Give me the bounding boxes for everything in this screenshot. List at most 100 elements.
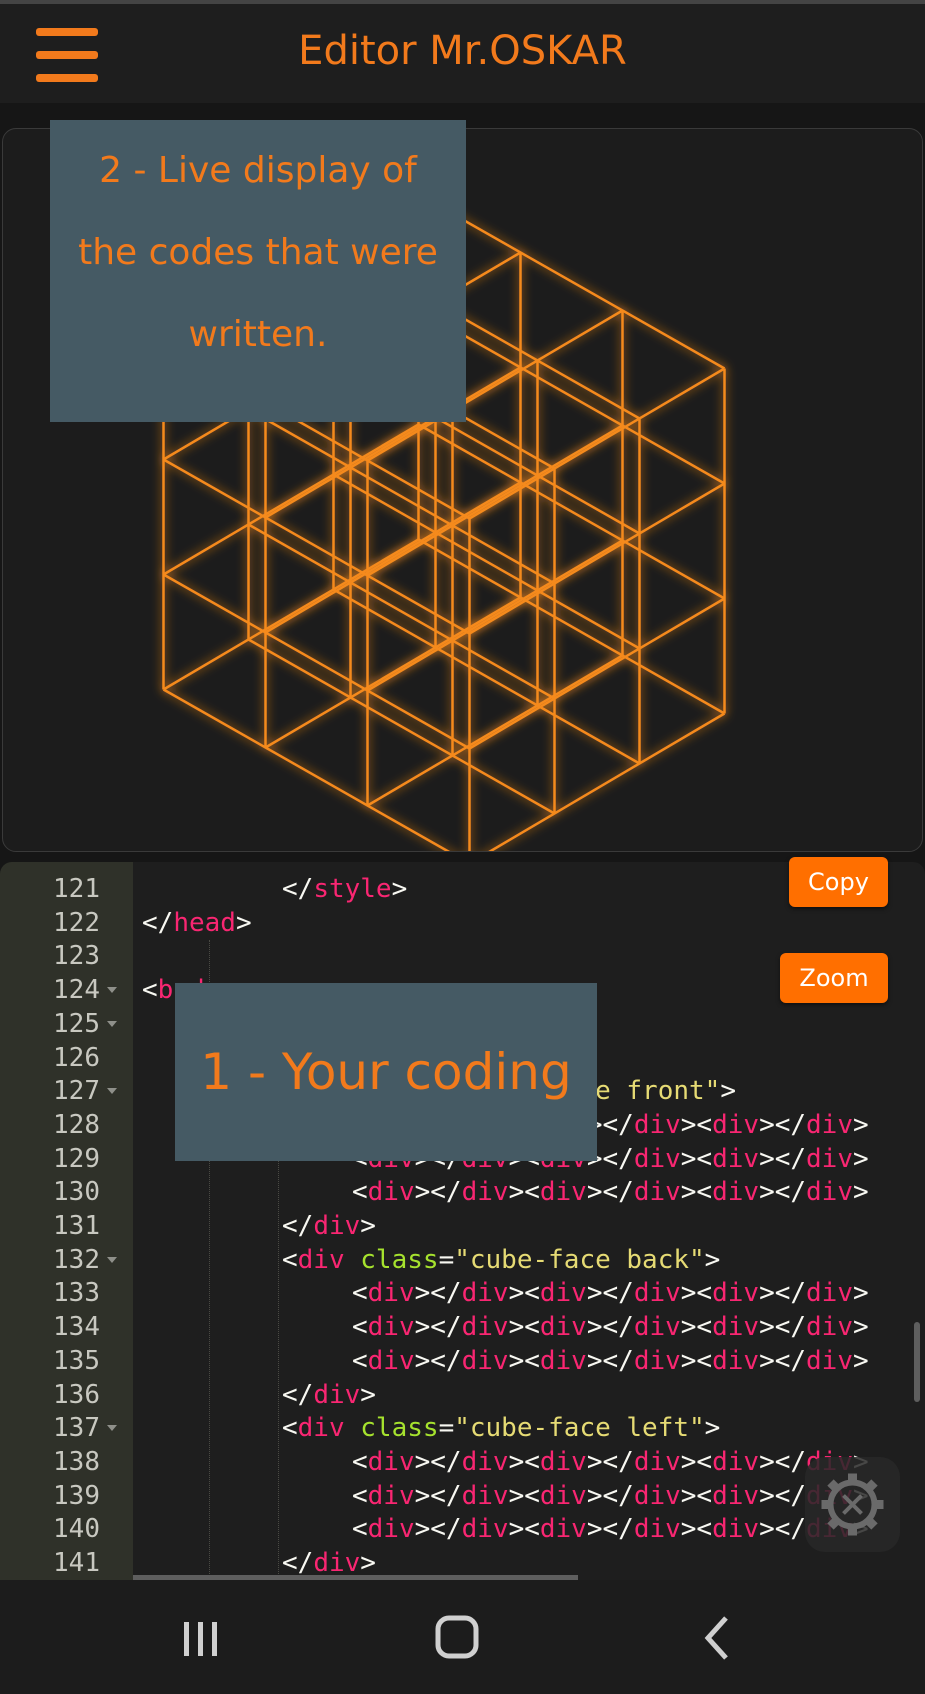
code-token: div bbox=[806, 1278, 853, 1309]
code-token: div bbox=[806, 1177, 853, 1208]
home-icon[interactable] bbox=[428, 1610, 488, 1666]
code-token: div bbox=[806, 1143, 853, 1174]
cube-edge bbox=[468, 482, 726, 635]
code-token: </ bbox=[142, 907, 174, 938]
code-token: ></ bbox=[759, 1177, 807, 1208]
code-token: "cube-face left" bbox=[454, 1413, 705, 1444]
code-line: 130 <div></div><div></div><div></div> bbox=[0, 1175, 925, 1209]
code-token: div bbox=[461, 1345, 509, 1376]
code-token: ></ bbox=[759, 1312, 807, 1343]
code-line: 139 <div></div><div></div><div></div> bbox=[0, 1479, 925, 1513]
line-number: 121 bbox=[53, 874, 100, 904]
code-token: div bbox=[367, 1514, 415, 1545]
line-number: 137 bbox=[53, 1413, 100, 1444]
code-token: ></ bbox=[759, 1143, 807, 1174]
code-text: <div></div><div></div><div></div> bbox=[352, 1445, 869, 1479]
code-token: div bbox=[633, 1446, 681, 1477]
code-token: >< bbox=[508, 1514, 540, 1545]
code-token: > bbox=[704, 1413, 721, 1444]
fold-arrow-icon[interactable] bbox=[107, 1020, 117, 1027]
code-token: </ bbox=[282, 1379, 314, 1410]
code-text: <div class="cube-face back"> bbox=[282, 1243, 720, 1277]
code-token: ></ bbox=[586, 1177, 634, 1208]
code-token: class bbox=[360, 1413, 439, 1444]
code-token: < bbox=[282, 1244, 298, 1275]
code-token: < bbox=[352, 1446, 368, 1477]
code-token: div bbox=[367, 1446, 415, 1477]
code-token: >< bbox=[680, 1514, 713, 1545]
code-token: < bbox=[352, 1177, 368, 1208]
cube-edge bbox=[366, 539, 624, 692]
code-token: div bbox=[633, 1109, 681, 1140]
code-token: div bbox=[806, 1312, 853, 1343]
line-number: 134 bbox=[53, 1312, 100, 1343]
code-token: >< bbox=[680, 1278, 713, 1309]
code-line: 140 <div></div><div></div><div></div> bbox=[0, 1512, 925, 1546]
settings-fab[interactable] bbox=[805, 1457, 900, 1552]
line-number: 133 bbox=[53, 1278, 100, 1309]
code-token: ></ bbox=[586, 1312, 634, 1343]
code-token: div bbox=[539, 1446, 587, 1477]
line-number: 125 bbox=[53, 1008, 100, 1039]
code-line: 134 <div></div><div></div><div></div> bbox=[0, 1310, 925, 1344]
code-token: < bbox=[142, 975, 158, 1006]
code-token: class bbox=[360, 1244, 439, 1275]
line-number: 128 bbox=[53, 1109, 100, 1140]
app-bar: Editor Mr.OSKAR bbox=[0, 0, 925, 103]
fold-arrow-icon[interactable] bbox=[107, 987, 117, 994]
code-token: div bbox=[313, 1548, 361, 1578]
code-token: >< bbox=[508, 1278, 540, 1309]
code-token: div bbox=[539, 1514, 587, 1545]
copy-button[interactable]: Copy bbox=[789, 857, 888, 907]
fold-arrow-icon[interactable] bbox=[107, 1088, 117, 1095]
code-token: div bbox=[633, 1480, 681, 1511]
code-token: >< bbox=[508, 1345, 540, 1376]
code-token: >< bbox=[680, 1177, 713, 1208]
code-token: ></ bbox=[414, 1278, 462, 1309]
code-token: > bbox=[853, 1143, 869, 1174]
code-line: 137 <div class="cube-face left"> bbox=[0, 1411, 925, 1445]
code-token: < bbox=[352, 1278, 368, 1309]
code-token: > bbox=[853, 1109, 869, 1140]
code-token: div bbox=[539, 1480, 587, 1511]
your-coding-annotation: 1 - Your coding bbox=[175, 983, 597, 1161]
code-token: div bbox=[539, 1177, 587, 1208]
code-token: >< bbox=[680, 1480, 713, 1511]
fold-arrow-icon[interactable] bbox=[107, 1256, 117, 1263]
code-token: ></ bbox=[586, 1480, 634, 1511]
code-token: div bbox=[539, 1278, 587, 1309]
code-token: div bbox=[712, 1480, 760, 1511]
code-token: ></ bbox=[414, 1345, 462, 1376]
code-token: ></ bbox=[759, 1480, 807, 1511]
code-token: div bbox=[461, 1278, 509, 1309]
code-line: 135 <div></div><div></div><div></div> bbox=[0, 1344, 925, 1378]
code-token: div bbox=[297, 1244, 345, 1275]
code-line: 131 </div> bbox=[0, 1209, 925, 1243]
annotation-line: written. bbox=[188, 314, 328, 355]
code-token: > bbox=[704, 1244, 721, 1275]
code-text: <div></div><div></div><div></div> bbox=[352, 1344, 869, 1378]
vertical-scrollbar[interactable] bbox=[914, 1322, 920, 1402]
fold-arrow-icon[interactable] bbox=[107, 1425, 117, 1432]
code-token: ></ bbox=[586, 1278, 634, 1309]
line-number: 140 bbox=[53, 1514, 100, 1545]
cube-edge bbox=[162, 423, 420, 576]
back-icon[interactable] bbox=[690, 1610, 750, 1666]
code-token: div bbox=[367, 1480, 415, 1511]
code-text: <div class="cube-face left"> bbox=[282, 1411, 720, 1445]
code-token: head bbox=[173, 907, 236, 938]
code-token: = bbox=[438, 1413, 455, 1444]
recent-apps-icon[interactable] bbox=[170, 1610, 230, 1666]
code-token: div bbox=[539, 1312, 587, 1343]
code-token: div bbox=[806, 1345, 853, 1376]
code-token: div bbox=[712, 1109, 760, 1140]
code-token: div bbox=[297, 1413, 345, 1444]
zoom-button[interactable]: Zoom bbox=[780, 953, 888, 1003]
code-token: div bbox=[633, 1312, 681, 1343]
code-token: < bbox=[352, 1514, 368, 1545]
code-token: div bbox=[712, 1514, 760, 1545]
code-token: < bbox=[352, 1312, 368, 1343]
cube-edge bbox=[264, 596, 522, 749]
